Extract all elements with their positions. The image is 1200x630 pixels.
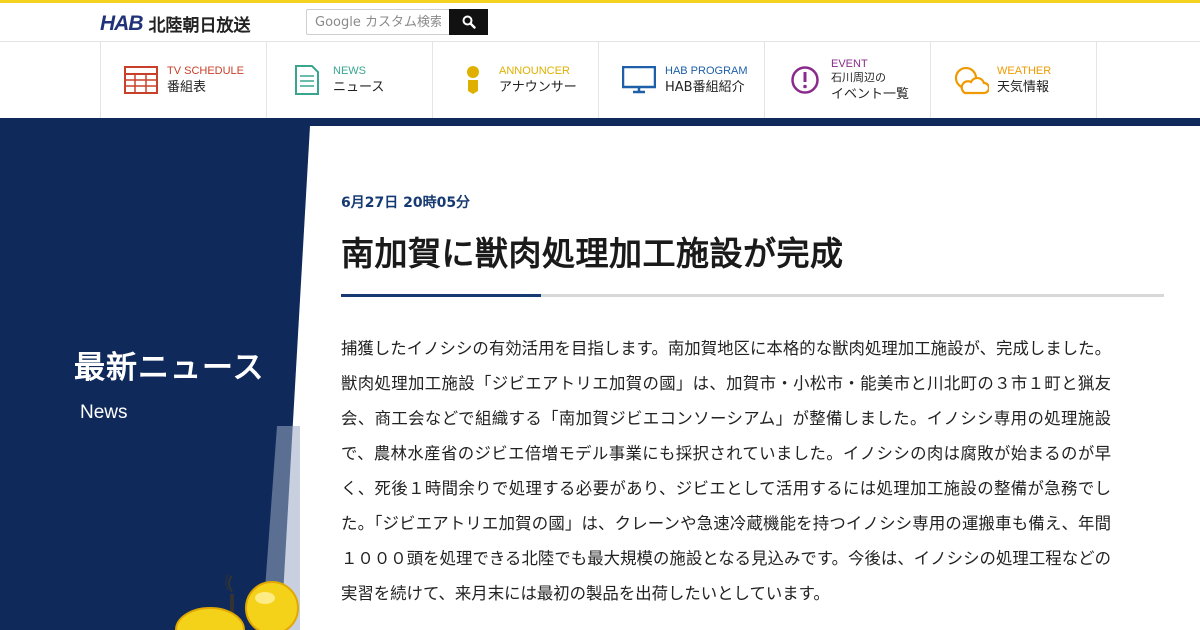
nav-item-weather[interactable]: WEATHER 天気情報	[931, 42, 1097, 118]
nav-label-en: HAB PROGRAM	[665, 64, 748, 77]
nav-label-jp: ニュース	[333, 79, 385, 95]
top-header: HAB 北陸朝日放送	[0, 0, 1200, 42]
news-document-icon	[289, 62, 325, 98]
site-logo[interactable]: HAB 北陸朝日放送	[100, 11, 251, 37]
nav-item-hab-program[interactable]: HAB PROGRAM HAB番組紹介	[599, 42, 765, 118]
tv-schedule-icon	[123, 62, 159, 98]
article-headline: 南加賀に獣肉処理加工施設が完成	[341, 234, 844, 273]
mascot-character	[175, 573, 299, 630]
search-input[interactable]	[306, 9, 449, 35]
navy-divider-band	[0, 118, 1200, 126]
article-body: 捕獲したイノシシの有効活用を目指します。南加賀地区に本格的な獣肉処理加工施設が、…	[341, 339, 1111, 603]
announcer-person-icon	[455, 62, 491, 98]
nav-label-en: WEATHER	[997, 64, 1052, 77]
nav-label-jp: アナウンサー	[499, 79, 577, 95]
main-navigation: TV SCHEDULE 番組表 NEWS ニュース ANNOUNCER アナウン…	[0, 42, 1200, 118]
nav-label-jp: 天気情報	[997, 79, 1050, 95]
section-title: 最新ニュース	[74, 350, 265, 386]
section-sidebar: 最新ニュース News	[0, 126, 320, 630]
nav-label-en: TV SCHEDULE	[167, 64, 245, 77]
logo-text: 北陸朝日放送	[148, 16, 251, 36]
site-search	[306, 9, 488, 35]
section-subtitle: News	[80, 402, 128, 423]
nav-label-jp: 番組表	[167, 79, 207, 95]
nav-item-announcer[interactable]: ANNOUNCER アナウンサー	[433, 42, 599, 118]
nav-item-event[interactable]: EVENT 石川周辺の イベント一覧	[765, 42, 931, 118]
nav-label-en: ANNOUNCER	[499, 64, 570, 77]
monitor-icon	[621, 62, 657, 98]
headline-rule	[341, 294, 1164, 297]
nav-label-jp-line2: イベント一覧	[831, 86, 910, 102]
nav-label-jp: HAB番組紹介	[665, 79, 745, 95]
nav-label-en: EVENT	[831, 57, 868, 70]
nav-item-tv-schedule[interactable]: TV SCHEDULE 番組表	[101, 42, 267, 118]
search-button[interactable]	[449, 9, 488, 35]
headline-rule-accent	[341, 294, 541, 297]
nav-label-en: NEWS	[333, 64, 366, 77]
nav-item-news[interactable]: NEWS ニュース	[267, 42, 433, 118]
nav-label-jp-line1: 石川周辺の	[831, 70, 886, 84]
article-date: 6月27日 20時05分	[341, 195, 471, 211]
search-icon	[462, 15, 476, 29]
exclamation-circle-icon	[787, 62, 823, 98]
logo-mark: HAB	[100, 11, 143, 35]
weather-sun-cloud-icon	[953, 62, 989, 98]
